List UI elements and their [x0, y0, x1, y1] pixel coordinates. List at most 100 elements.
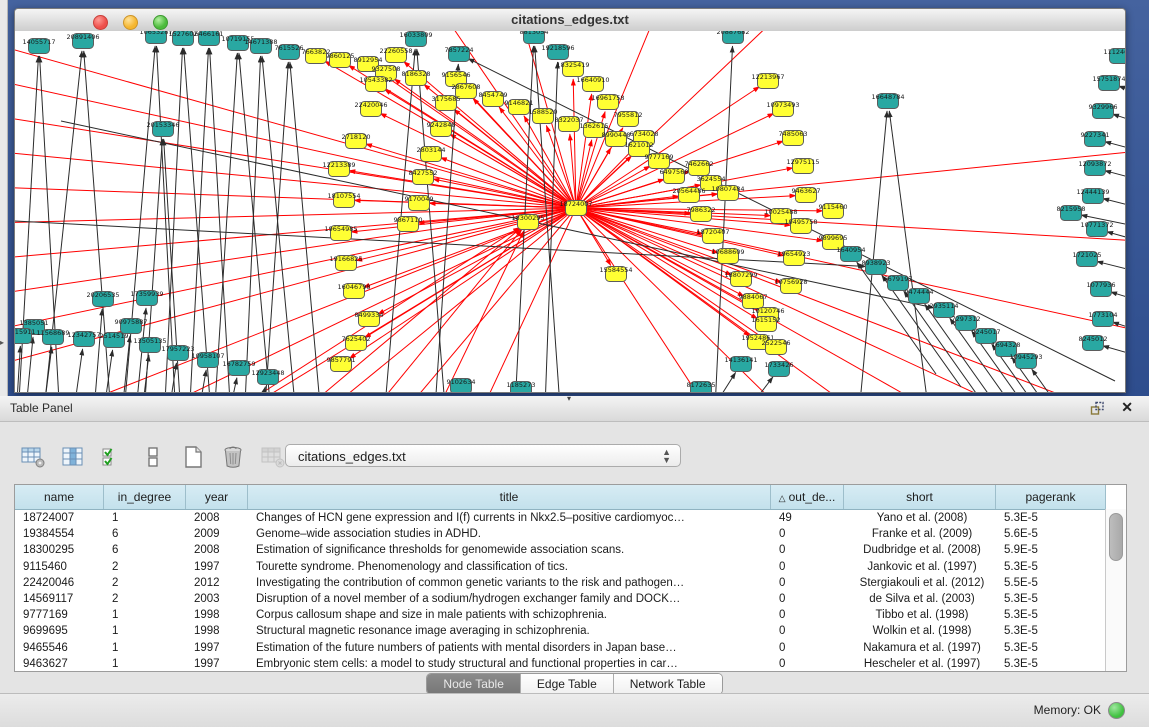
cell-pagerank[interactable]: 5.9E-5 — [996, 542, 1106, 558]
graph-node[interactable]: 7663822 — [302, 48, 331, 64]
graph-node[interactable]: 9102634 — [447, 378, 476, 392]
cell-year[interactable]: 1997 — [186, 640, 248, 656]
cell-year[interactable]: 1998 — [186, 623, 248, 639]
graph-node[interactable]: 14136141 — [724, 356, 757, 372]
cell-title[interactable]: Tourette syndrome. Phenomenology and cla… — [248, 559, 771, 575]
control-panel-collapsed-strip[interactable]: ▸ — [0, 0, 8, 396]
table-row[interactable]: 1456911722003Disruption of a novel membe… — [15, 591, 1126, 607]
graph-node[interactable]: 10756928 — [774, 278, 807, 294]
graph-node[interactable]: 10945293 — [1009, 353, 1042, 369]
cell-name[interactable]: 9699695 — [15, 623, 104, 639]
create-table-button[interactable] — [180, 444, 206, 470]
cell-name[interactable]: 9777169 — [15, 607, 104, 623]
graph-node[interactable]: 8186328 — [402, 70, 431, 86]
cell-pagerank[interactable]: 5.3E-5 — [996, 510, 1106, 526]
cell-short[interactable]: Wolkin et al. (1998) — [844, 623, 996, 639]
cell-short[interactable]: Jankovic et al. (1997) — [844, 559, 996, 575]
graph-node[interactable]: 11568689 — [36, 329, 69, 345]
cell-year[interactable]: 2012 — [186, 575, 248, 591]
cell-pagerank[interactable]: 5.3E-5 — [996, 591, 1106, 607]
select-rows-button[interactable] — [100, 444, 126, 470]
graph-node[interactable]: 2718120 — [342, 133, 371, 149]
edge-black[interactable] — [95, 309, 102, 392]
cell-title[interactable]: Genome–wide association studies in ADHD. — [248, 526, 771, 542]
cell-in_degree[interactable]: 2 — [104, 575, 186, 591]
cell-pagerank[interactable]: 5.3E-5 — [996, 640, 1106, 656]
graph-node[interactable]: 18720407 — [696, 228, 729, 244]
column-header-pagerank[interactable]: pagerank — [996, 485, 1106, 509]
edge-black[interactable] — [245, 56, 261, 392]
table-options-button[interactable] — [20, 444, 46, 470]
cell-title[interactable]: Changes of HCN gene expression and I(f) … — [248, 510, 771, 526]
cell-name[interactable]: 9465546 — [15, 640, 104, 656]
graph-node[interactable]: 12975115 — [786, 158, 819, 174]
graph-node[interactable]: 12444139 — [1076, 188, 1109, 204]
cell-in_degree[interactable]: 6 — [104, 526, 186, 542]
cell-short[interactable]: Hescheler et al. (1997) — [844, 656, 996, 672]
node-layer[interactable]: 1872400798601258912954222605589327508818… — [15, 31, 1125, 392]
edge-black[interactable] — [1105, 171, 1125, 180]
graph-node[interactable]: 17957223 — [161, 345, 194, 361]
column-header-out_de[interactable]: △out_de... — [771, 485, 844, 509]
graph-node[interactable]: 22260558 — [379, 47, 412, 63]
graph-node[interactable]: 10958107 — [191, 352, 224, 368]
cell-in_degree[interactable]: 1 — [104, 607, 186, 623]
graph-node[interactable]: 1527602 — [169, 31, 198, 46]
graph-node[interactable]: 2522546 — [762, 339, 791, 355]
cell-in_degree[interactable]: 6 — [104, 542, 186, 558]
cell-pagerank[interactable]: 5.3E-5 — [996, 656, 1106, 672]
graph-node[interactable]: 9115460 — [819, 203, 848, 219]
cell-title[interactable]: Corpus callosum shape and size in male p… — [248, 607, 771, 623]
graph-node[interactable]: 8172635 — [687, 381, 716, 392]
edge-red[interactable] — [366, 144, 576, 208]
tab-edge-table[interactable]: Edge Table — [521, 674, 614, 694]
cell-out_de[interactable]: 0 — [771, 542, 844, 558]
cell-out_de[interactable]: 0 — [771, 640, 844, 656]
edge-black[interactable] — [265, 62, 288, 392]
column-header-short[interactable]: short — [844, 485, 996, 509]
edge-black[interactable] — [1103, 198, 1125, 208]
graph-node[interactable]: 8499334 — [355, 311, 384, 327]
cell-short[interactable]: de Silva et al. (2003) — [844, 591, 996, 607]
graph-node[interactable]: 1773104 — [1089, 311, 1118, 327]
edge-red[interactable] — [454, 109, 576, 208]
graph-node[interactable]: 8454749 — [479, 91, 508, 107]
graph-node[interactable]: 6466161 — [195, 31, 224, 46]
graph-node[interactable]: 8245012 — [1079, 335, 1108, 351]
network-window-titlebar[interactable]: citations_edges.txt — [15, 9, 1125, 32]
delete-table-button[interactable] — [220, 444, 246, 470]
edge-black[interactable] — [715, 372, 736, 392]
graph-node[interactable]: 1185273 — [507, 381, 536, 392]
edge-black[interactable] — [260, 387, 265, 392]
cell-short[interactable]: Franke et al. (2009) — [844, 526, 996, 542]
cell-pagerank[interactable]: 5.3E-5 — [996, 559, 1106, 575]
graph-node[interactable]: 7955812 — [614, 111, 643, 127]
cell-year[interactable]: 1997 — [186, 559, 248, 575]
table-row[interactable]: 2242004622012Investigating the contribut… — [15, 575, 1126, 591]
edge-black[interactable] — [145, 139, 162, 392]
tab-network-table[interactable]: Network Table — [614, 674, 722, 694]
splitter-arrow-icon[interactable]: ▾ — [567, 394, 571, 403]
cell-in_degree[interactable]: 2 — [104, 559, 186, 575]
table-row[interactable]: 977716911998Corpus callosum shape and si… — [15, 607, 1126, 623]
cell-short[interactable]: Dudbridge et al. (2008) — [844, 542, 996, 558]
graph-node[interactable]: 8427552 — [409, 169, 438, 185]
graph-node[interactable]: 7462662 — [685, 160, 714, 176]
graph-node[interactable]: 1733426 — [765, 361, 794, 377]
cell-short[interactable]: Tibbo et al. (1998) — [844, 607, 996, 623]
cell-out_de[interactable]: 0 — [771, 656, 844, 672]
edge-black[interactable] — [262, 56, 295, 392]
graph-node[interactable]: 10771372 — [1080, 221, 1113, 237]
cell-out_de[interactable]: 0 — [771, 591, 844, 607]
graph-node[interactable]: 14671388 — [244, 38, 277, 54]
graph-node[interactable]: 16640910 — [576, 76, 609, 92]
graph-node[interactable]: 20564486 — [672, 187, 705, 203]
graph-node[interactable]: 2803144 — [417, 146, 446, 162]
column-chooser-button[interactable] — [140, 444, 166, 470]
cell-in_degree[interactable]: 2 — [104, 591, 186, 607]
column-header-in_degree[interactable]: in_degree — [104, 485, 186, 509]
edge-black[interactable] — [1097, 261, 1125, 271]
cell-pagerank[interactable]: 5.6E-5 — [996, 526, 1106, 542]
graph-node[interactable]: 7986322 — [687, 206, 716, 222]
graph-node[interactable]: 20887682 — [716, 31, 749, 44]
